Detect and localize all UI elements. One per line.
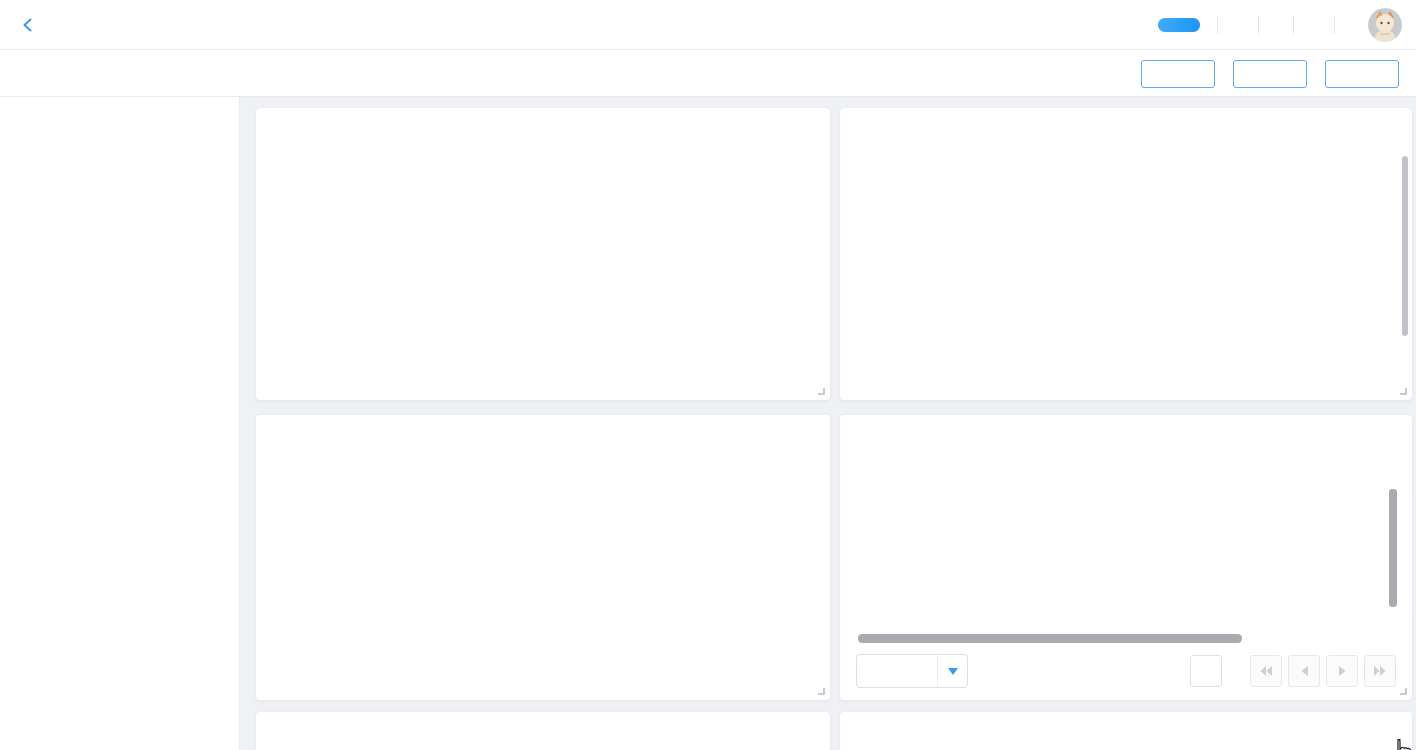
save-button[interactable]	[1233, 60, 1307, 88]
copy-button[interactable]	[1349, 724, 1367, 742]
back-button[interactable]	[20, 17, 36, 33]
divider	[1217, 16, 1218, 34]
table-v-scrollbar[interactable]	[1389, 489, 1397, 607]
resize-handle[interactable]	[1397, 385, 1407, 395]
table-pagination	[856, 653, 1396, 689]
divider	[1293, 16, 1294, 34]
last-page-button[interactable]	[1364, 655, 1396, 687]
page-input[interactable]	[1190, 655, 1222, 687]
resize-handle[interactable]	[815, 385, 825, 395]
toolbar-links	[14, 50, 101, 97]
edit-button[interactable]	[1316, 724, 1334, 742]
delete-button[interactable]	[1382, 724, 1400, 742]
count-list-panel[interactable]	[840, 108, 1412, 400]
data-table-panel[interactable]	[840, 415, 1412, 700]
list-scrollbar[interactable]	[1402, 156, 1408, 336]
component-sidebar	[0, 97, 240, 750]
panel-actions	[1316, 724, 1400, 742]
user-avatar[interactable]	[1368, 8, 1402, 42]
first-page-button[interactable]	[1250, 655, 1282, 687]
resize-handle[interactable]	[1397, 685, 1407, 695]
pie-chart	[256, 108, 830, 400]
page-size-select[interactable]	[856, 654, 968, 688]
app-access-button[interactable]	[1158, 18, 1200, 32]
bar-chart-panel[interactable]	[256, 415, 830, 700]
divider	[1258, 16, 1259, 34]
resize-handle[interactable]	[815, 685, 825, 695]
bottom-table-panel[interactable]	[256, 712, 830, 750]
publish-button[interactable]	[1325, 60, 1399, 88]
app-header	[0, 0, 1416, 50]
table-h-scrollbar[interactable]	[858, 634, 1242, 643]
toolbar-buttons	[1141, 50, 1399, 97]
dropdown-arrow-icon	[937, 655, 967, 687]
bar-chart	[256, 415, 830, 700]
divider	[1334, 16, 1335, 34]
pie-chart-panel[interactable]	[256, 108, 830, 400]
next-page-button[interactable]	[1326, 655, 1358, 687]
prev-page-button[interactable]	[1288, 655, 1320, 687]
bottom-right-panel[interactable]	[840, 712, 1412, 750]
count-list	[840, 108, 1412, 400]
report-toolbar	[0, 50, 1416, 97]
preview-button[interactable]	[1141, 60, 1215, 88]
